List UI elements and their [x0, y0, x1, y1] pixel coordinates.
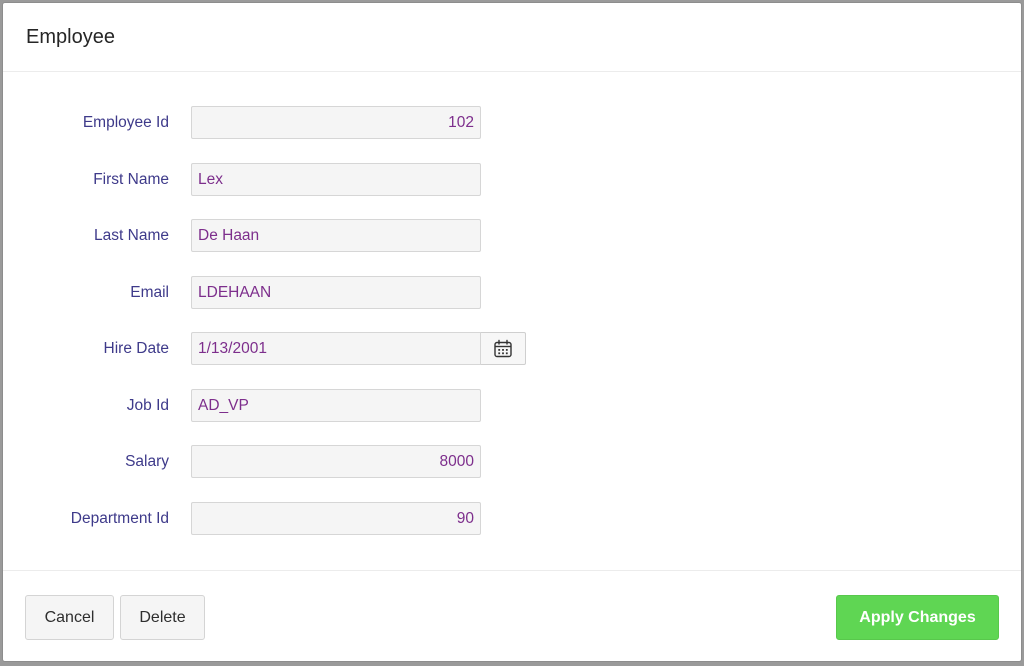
first-name-label: First Name — [93, 171, 169, 188]
department-id-field[interactable] — [191, 502, 481, 535]
job-id-row: Job Id — [3, 389, 1021, 423]
employee-id-label: Employee Id — [82, 114, 169, 131]
hire-date-row: Hire Date — [3, 332, 1021, 366]
department-id-row: Department Id — [3, 502, 1021, 536]
employee-id-row: Employee Id — [3, 106, 1021, 140]
email-row: Email — [3, 276, 1021, 310]
dialog-header: Employee — [3, 3, 1021, 72]
department-id-label: Department Id — [70, 510, 169, 527]
email-label: Email — [130, 284, 169, 301]
job-id-field[interactable] — [191, 389, 481, 422]
delete-button[interactable]: Delete — [120, 595, 205, 640]
job-id-label: Job Id — [126, 397, 169, 414]
employee-id-field[interactable] — [191, 106, 481, 139]
apply-changes-button[interactable]: Apply Changes — [836, 595, 999, 640]
first-name-row: First Name — [3, 163, 1021, 197]
email-field[interactable] — [191, 276, 481, 309]
hire-date-label: Hire Date — [103, 340, 169, 357]
hire-date-field[interactable] — [191, 332, 481, 365]
dialog-footer: Cancel Delete Apply Changes — [3, 570, 1021, 662]
salary-label: Salary — [125, 453, 169, 470]
first-name-field[interactable] — [191, 163, 481, 196]
salary-field[interactable] — [191, 445, 481, 478]
last-name-field[interactable] — [191, 219, 481, 252]
date-picker-button[interactable] — [481, 332, 526, 365]
salary-row: Salary — [3, 445, 1021, 479]
dialog-title: Employee — [26, 26, 115, 48]
employee-dialog: Employee Employee Id First Name Last Nam… — [3, 3, 1021, 661]
calendar-icon — [494, 339, 512, 357]
cancel-button[interactable]: Cancel — [25, 595, 114, 640]
last-name-label: Last Name — [94, 227, 169, 244]
last-name-row: Last Name — [3, 219, 1021, 253]
